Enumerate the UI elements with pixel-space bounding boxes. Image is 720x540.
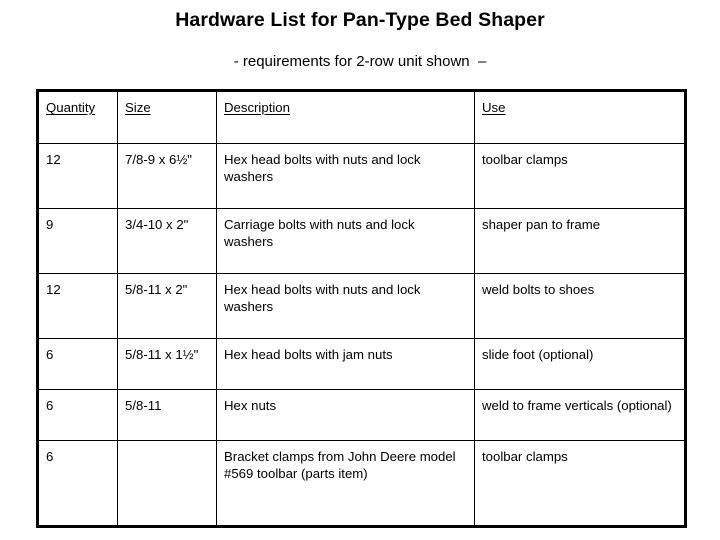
cell-size: 5/8-11 (117, 389, 217, 441)
column-header-description: Description (216, 90, 475, 144)
cell-description: Hex nuts (216, 389, 475, 441)
cell-use: shaper pan to frame (474, 208, 686, 274)
cell-quantity: 6 (37, 389, 118, 441)
cell-use: weld bolts to shoes (474, 273, 686, 339)
cell-quantity: 12 (37, 143, 118, 209)
page-subtitle: - requirements for 2-row unit shown – (233, 53, 487, 70)
column-header-use: Use (474, 90, 686, 144)
cell-quantity: 6 (37, 338, 118, 390)
table-row: 9 3/4-10 x 2" Carriage bolts with nuts a… (37, 208, 686, 274)
hardware-list-table: Quantity Size Description Use 12 7/8-9 x… (36, 89, 687, 528)
column-header-description-label: Description (224, 100, 290, 115)
cell-size: 7/8-9 x 6½" (117, 143, 217, 209)
cell-use: weld to frame verticals (optional) (474, 389, 686, 441)
cell-description: Bracket clamps from John Deere model #56… (216, 440, 475, 527)
cell-use: toolbar clamps (474, 440, 686, 527)
cell-size (117, 440, 217, 527)
column-header-size-label: Size (125, 100, 151, 115)
column-header-quantity: Quantity (37, 90, 118, 144)
cell-description: Carriage bolts with nuts and lock washer… (216, 208, 475, 274)
page-title: Hardware List for Pan-Type Bed Shaper (175, 9, 545, 31)
cell-description: Hex head bolts with nuts and lock washer… (216, 273, 475, 339)
cell-quantity: 12 (37, 273, 118, 339)
cell-size: 5/8-11 x 2" (117, 273, 217, 339)
table-row: 12 7/8-9 x 6½" Hex head bolts with nuts … (37, 143, 686, 209)
slide-canvas: Hardware List for Pan-Type Bed Shaper - … (0, 0, 720, 540)
table-header-row: Quantity Size Description Use (37, 90, 686, 144)
cell-quantity: 9 (37, 208, 118, 274)
cell-use: slide foot (optional) (474, 338, 686, 390)
cell-use: toolbar clamps (474, 143, 686, 209)
hardware-list-table-container: Quantity Size Description Use 12 7/8-9 x… (36, 89, 687, 528)
column-header-size: Size (117, 90, 217, 144)
cell-description: Hex head bolts with jam nuts (216, 338, 475, 390)
column-header-use-label: Use (482, 100, 506, 115)
table-row: 6 5/8-11 Hex nuts weld to frame vertical… (37, 389, 686, 441)
table-row: 6 5/8-11 x 1½" Hex head bolts with jam n… (37, 338, 686, 390)
cell-quantity: 6 (37, 440, 118, 527)
column-header-quantity-label: Quantity (46, 100, 96, 115)
cell-size: 3/4-10 x 2" (117, 208, 217, 274)
table-row: 12 5/8-11 x 2" Hex head bolts with nuts … (37, 273, 686, 339)
cell-description: Hex head bolts with nuts and lock washer… (216, 143, 475, 209)
table-row: 6 Bracket clamps from John Deere model #… (37, 440, 686, 527)
cell-size: 5/8-11 x 1½" (117, 338, 217, 390)
